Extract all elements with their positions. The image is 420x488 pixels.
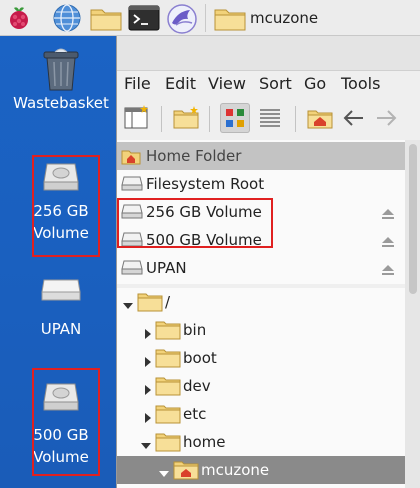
eject-icon[interactable] (381, 206, 395, 224)
highlight-box (32, 155, 100, 257)
toolbar-separator (209, 106, 210, 132)
folder-icon (137, 292, 163, 316)
home-folder-icon[interactable] (305, 103, 335, 133)
menu-file[interactable]: File (124, 74, 151, 93)
back-arrow-icon[interactable] (339, 103, 369, 133)
file-manager-window: File Edit View Sort Go Tools Home Folder… (116, 36, 420, 488)
tree-node-boot[interactable]: boot (117, 344, 405, 372)
tree-node-etc[interactable]: etc (117, 400, 405, 428)
scrollbar[interactable] (405, 140, 420, 488)
icon-view-icon[interactable] (220, 103, 250, 133)
tree-node-dev[interactable]: dev (117, 372, 405, 400)
toolbar-separator (161, 106, 162, 132)
desktop-item-label: UPAN (40, 320, 82, 338)
tree-node-mcuzone[interactable]: mcuzone (117, 456, 405, 484)
list-view-icon[interactable] (255, 103, 285, 133)
menu-view[interactable]: View (208, 74, 246, 93)
place-label: Filesystem Root (146, 175, 265, 193)
forward-arrow-icon[interactable] (371, 103, 401, 133)
folder-icon (155, 404, 181, 428)
place-home-folder[interactable]: Home Folder (117, 142, 405, 170)
collapsed-arrow-icon[interactable] (143, 381, 153, 399)
tree-node-label: etc (183, 405, 207, 423)
taskbar-divider (205, 4, 206, 32)
window-titlebar[interactable] (117, 36, 420, 71)
collapsed-arrow-icon[interactable] (143, 409, 153, 427)
folder-icon (155, 320, 181, 344)
tree-node-label: dev (183, 377, 211, 395)
eject-icon[interactable] (381, 234, 395, 252)
place-filesystem-root[interactable]: Filesystem Root (117, 170, 405, 198)
tree-node-label: home (183, 433, 226, 451)
desktop-item-wastebasket[interactable]: Wastebasket (6, 46, 116, 114)
collapsed-arrow-icon[interactable] (143, 353, 153, 371)
tree-node-label: / (165, 293, 171, 311)
eject-icon[interactable] (381, 262, 395, 280)
expanded-arrow-icon[interactable] (141, 437, 151, 455)
expanded-arrow-icon[interactable] (159, 465, 169, 483)
new-window-icon[interactable] (122, 103, 152, 133)
menu-bar: File Edit View Sort Go Tools (117, 70, 420, 98)
directory-tree: / bin boot dev etc home mcuzone (117, 288, 405, 488)
folder-icon (214, 4, 246, 36)
folder-icon (155, 432, 181, 456)
menu-sort[interactable]: Sort (259, 74, 292, 93)
place-label: Home Folder (146, 147, 242, 165)
place-upan[interactable]: UPAN (117, 254, 405, 282)
wastebasket-icon (6, 46, 116, 92)
home-folder-icon (173, 460, 199, 484)
terminal-icon[interactable] (128, 3, 160, 33)
taskbar-window-button[interactable]: mcuzone (210, 2, 420, 34)
toolbar (117, 100, 420, 138)
place-label: UPAN (146, 259, 187, 277)
raspberry-menu-icon[interactable] (4, 3, 34, 33)
menu-tools[interactable]: Tools (341, 74, 380, 93)
tree-node-root[interactable]: / (117, 288, 405, 316)
expanded-arrow-icon[interactable] (123, 297, 133, 315)
taskbar-window-title: mcuzone (250, 9, 319, 27)
menu-go[interactable]: Go (304, 74, 326, 93)
highlight-box (32, 368, 100, 476)
tree-node-label: bin (183, 321, 207, 339)
drive-icon (6, 276, 116, 304)
tree-node-home[interactable]: home (117, 428, 405, 456)
scrollbar-thumb[interactable] (409, 144, 417, 294)
drive-icon (121, 175, 143, 195)
desktop-item-label: Wastebasket (13, 94, 109, 112)
home-icon (121, 147, 141, 169)
desktop-item-upan[interactable]: UPAN (6, 276, 116, 340)
file-manager-icon[interactable] (90, 3, 122, 33)
tree-node-bin[interactable]: bin (117, 316, 405, 344)
web-browser-icon[interactable] (52, 3, 82, 33)
tree-node-label: boot (183, 349, 217, 367)
bird-app-icon[interactable] (166, 3, 197, 34)
drive-icon (121, 259, 143, 279)
toolbar-separator (295, 106, 296, 132)
taskbar: mcuzone (0, 0, 420, 36)
collapsed-arrow-icon[interactable] (143, 325, 153, 343)
folder-icon (155, 376, 181, 400)
highlight-box (117, 198, 273, 248)
new-folder-icon[interactable] (171, 103, 201, 133)
folder-icon (155, 348, 181, 372)
menu-edit[interactable]: Edit (165, 74, 196, 93)
tree-node-label: mcuzone (201, 461, 270, 479)
